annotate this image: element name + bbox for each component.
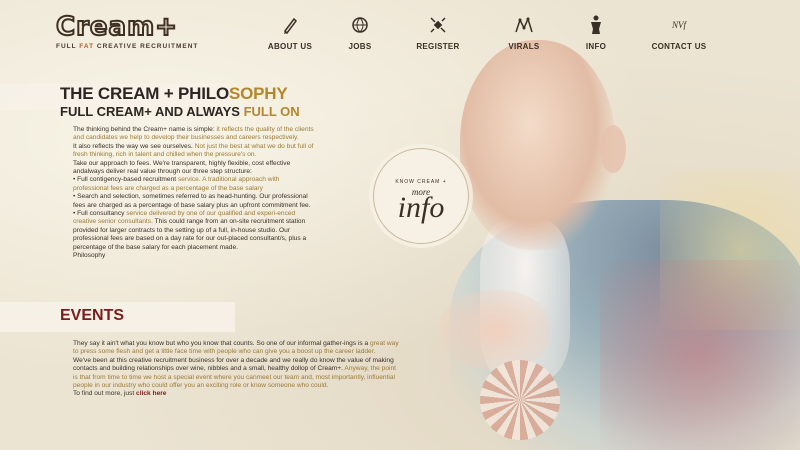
philosophy-subtitle: FULL CREAM+ AND ALWAYS FULL ON xyxy=(60,104,300,119)
nvf-icon: NVf xyxy=(644,14,714,36)
portrait-head xyxy=(460,40,615,250)
portrait-ear xyxy=(600,125,626,173)
info-circle-label: info xyxy=(397,191,445,224)
paragraph: We've been at this creative recruitment … xyxy=(73,356,396,390)
nav-contact-us[interactable]: NVf CONTACT US xyxy=(644,14,714,51)
events-body: They say it ain't what you know but who … xyxy=(73,340,401,399)
virus-icon xyxy=(489,14,559,36)
nav-jobs[interactable]: JOBS xyxy=(325,14,395,51)
paragraph: They say it ain't what you know but who … xyxy=(73,340,399,356)
bullet-item: • Full contigency-based recruitment serv… xyxy=(73,176,280,192)
hero-portrait xyxy=(420,20,800,450)
nav-label: JOBS xyxy=(348,42,372,51)
info-circle-caption: KNOW CREAM + xyxy=(395,179,447,185)
satellite-icon xyxy=(403,14,473,36)
bullet-item: • Full consultancy service delivered by … xyxy=(73,210,307,251)
more-info-button[interactable]: KNOW CREAM + more info xyxy=(373,148,469,244)
nav-info[interactable]: INFO xyxy=(561,14,631,51)
events-title: EVENTS xyxy=(60,307,125,324)
philosophy-link[interactable]: Philosophy xyxy=(73,252,315,260)
nvf-icon-text: NVf xyxy=(671,20,686,30)
philosophy-body: The thinking behind the Cream+ name is s… xyxy=(73,126,315,261)
portrait-hand xyxy=(440,290,550,370)
site-logo[interactable]: Cream+ FULL FAT CREATIVE RECRUITMENT xyxy=(55,12,199,50)
nav-about-us[interactable]: ABOUT US xyxy=(255,14,325,51)
portrait-tint xyxy=(600,260,800,450)
logo-wordmark: Cream+ xyxy=(55,12,178,42)
nav-virals[interactable]: VIRALS xyxy=(489,14,559,51)
paragraph: Take our approach to fees. We're transpa… xyxy=(73,159,291,176)
nav-label: VIRALS xyxy=(508,42,540,51)
pencil-icon xyxy=(255,14,325,36)
philosophy-title: THE CREAM + PHILOSOPHY xyxy=(60,84,288,103)
click-here-link[interactable]: click here xyxy=(136,390,166,397)
logo-tagline: FULL FAT CREATIVE RECRUITMENT xyxy=(56,43,199,50)
bullet-item: • Search and selection, sometimes referr… xyxy=(73,193,311,209)
nav-label: CONTACT US xyxy=(651,42,707,51)
nav-label: REGISTER xyxy=(416,42,460,51)
paragraph: It also reflects the way we see ourselve… xyxy=(73,142,314,159)
nav-register[interactable]: REGISTER xyxy=(403,14,473,51)
mannequin-icon xyxy=(561,14,631,36)
portrait-object xyxy=(480,360,560,440)
paragraph: The thinking behind the Cream+ name is s… xyxy=(73,126,314,142)
paragraph: To find out more, just click here xyxy=(73,390,167,398)
nav-label: INFO xyxy=(585,42,607,51)
nav-label: ABOUT US xyxy=(267,42,313,51)
globe-icon xyxy=(325,14,395,36)
